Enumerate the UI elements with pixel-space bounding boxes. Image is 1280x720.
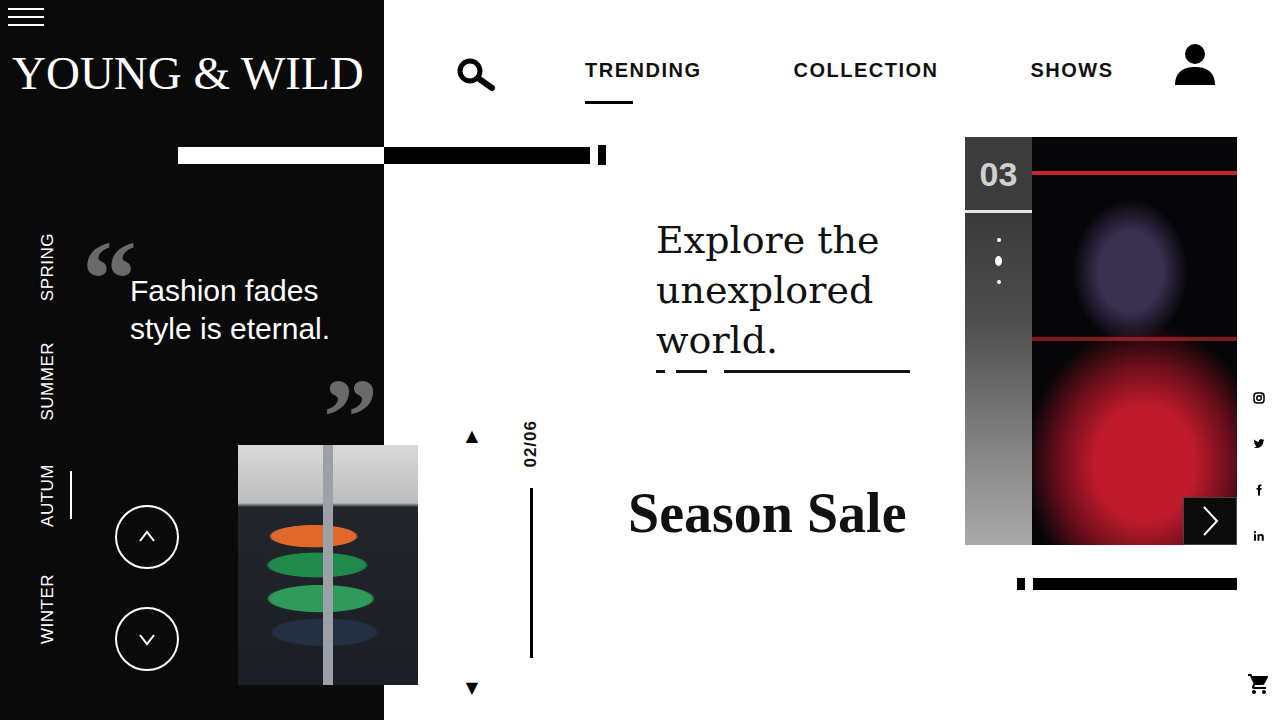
progress-square — [1017, 578, 1025, 590]
feature-slide: 03 — [965, 137, 1237, 545]
headline-underline — [656, 370, 965, 373]
chevron-up-icon — [136, 526, 158, 548]
decoration-bar-end — [598, 145, 606, 165]
nav-label[interactable]: TRENDING — [585, 58, 701, 82]
main-nav: TRENDING COLLECTION SHOWS — [585, 58, 1114, 104]
top-bar: TRENDING COLLECTION SHOWS — [384, 0, 1280, 140]
page: YOUNG & WILD SPRINGSUMMERAUTUMWINTER “ F… — [0, 0, 1280, 720]
season-item[interactable]: AUTUM — [38, 438, 80, 552]
sale-title[interactable]: Season Sale — [628, 481, 965, 545]
headline: Explore theunexploredworld. — [656, 215, 965, 365]
user-icon[interactable] — [1173, 42, 1217, 86]
brand-logo[interactable]: YOUNG & WILD — [12, 50, 384, 97]
decoration-bar-dark — [384, 147, 590, 164]
next-button[interactable] — [1183, 497, 1237, 545]
nav-item[interactable]: TRENDING — [585, 58, 701, 104]
side-header: YOUNG & WILD — [0, 0, 384, 110]
hero: Explore theunexploredworld. Season Sale — [600, 140, 965, 720]
linkedin-icon[interactable] — [1253, 530, 1265, 542]
season-item[interactable]: SPRING — [38, 210, 80, 324]
season-item[interactable]: SUMMER — [38, 324, 80, 438]
social-bar — [1237, 140, 1280, 720]
slide-index: 03 — [965, 137, 1032, 213]
clothes-rack-photo — [238, 445, 418, 685]
menu-icon[interactable] — [6, 6, 46, 28]
nav-underline — [793, 101, 841, 104]
cart-icon[interactable] — [1247, 672, 1271, 696]
quote-line: style is eternal. — [130, 310, 378, 348]
nav-underline — [585, 101, 633, 104]
model-photo — [1032, 137, 1237, 545]
search-icon[interactable] — [452, 57, 502, 93]
season-marker — [70, 585, 72, 633]
nav-label[interactable]: COLLECTION — [793, 58, 938, 82]
top-decoration-bar — [178, 145, 606, 165]
underline-dash — [656, 370, 665, 373]
nav-label[interactable]: SHOWS — [1030, 58, 1113, 82]
instagram-icon[interactable] — [1253, 392, 1265, 404]
facebook-icon[interactable] — [1253, 484, 1265, 496]
season-marker — [70, 357, 72, 405]
slide-up-button[interactable]: ▲ — [466, 428, 478, 444]
season-label[interactable]: SPRING — [38, 233, 58, 301]
slide-dots — [965, 213, 1032, 284]
season-item[interactable]: WINTER — [38, 552, 80, 666]
season-up-button[interactable] — [115, 505, 179, 569]
season-marker — [70, 243, 72, 291]
season-label[interactable]: WINTER — [38, 574, 58, 644]
slide-track — [530, 488, 533, 658]
chevron-right-icon — [1198, 504, 1222, 538]
season-label[interactable]: SUMMER — [38, 342, 58, 421]
feature-card: 03 — [965, 137, 1237, 720]
season-list: SPRING SUMMER AUTUM WINTER — [0, 110, 80, 720]
slider-arrows: ▲ ▼ — [462, 428, 482, 696]
content-row: ▲ ▼ 02/06 Explore theunexploredworld. Se… — [384, 140, 1280, 720]
main-area: TRENDING COLLECTION SHOWS ▲ ▼ 02/06 Explor… — [384, 0, 1280, 720]
chevron-down-icon — [136, 628, 158, 650]
feature-progress — [965, 578, 1237, 590]
slide-strip: 03 — [965, 137, 1032, 545]
slide-dot[interactable] — [997, 238, 1001, 242]
quote-text: Fashion fadesstyle is eternal. — [130, 272, 378, 348]
slide-counter: 02/06 — [521, 420, 541, 468]
nav-underline — [1030, 101, 1078, 104]
slide-counter-column: 02/06 — [520, 420, 542, 658]
twitter-icon[interactable] — [1253, 438, 1265, 450]
underline-line — [724, 370, 910, 373]
nav-item[interactable]: COLLECTION — [793, 58, 938, 104]
season-down-button[interactable] — [115, 607, 179, 671]
slide-dot[interactable] — [997, 280, 1001, 284]
headline-line: world. — [656, 315, 965, 365]
quote-line: Fashion fades — [130, 272, 378, 310]
decoration-bar-light — [178, 147, 384, 164]
headline-line: Explore the — [656, 215, 965, 265]
slide-down-button[interactable]: ▼ — [466, 680, 478, 696]
slide-dot[interactable] — [995, 256, 1002, 266]
progress-bar — [1033, 578, 1237, 590]
season-label[interactable]: AUTUM — [38, 464, 58, 527]
headline-line: unexplored — [656, 265, 965, 315]
nav-item[interactable]: SHOWS — [1030, 58, 1113, 104]
season-marker — [70, 471, 72, 519]
underline-dash — [676, 370, 707, 373]
